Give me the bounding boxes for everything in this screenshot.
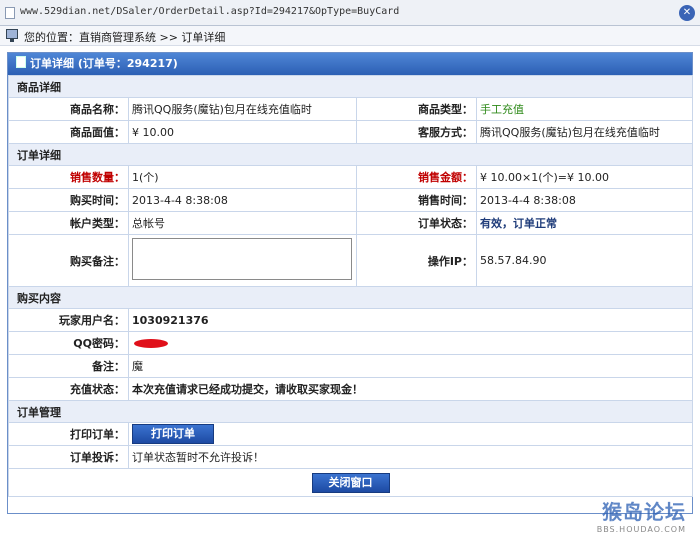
remark-label: 购买备注：	[8, 234, 129, 287]
product-type-value: 手工充值	[476, 97, 693, 121]
amount-value: ¥ 10.00×1(个)=¥ 10.00	[476, 165, 693, 189]
url-text[interactable]: www.529dian.net/DSaler/OrderDetail.asp?I…	[20, 6, 399, 17]
watermark-url: BBS.HOUDAO.COM	[596, 525, 686, 534]
face-value-label: 商品面值：	[8, 120, 129, 144]
remark-cell	[128, 234, 357, 287]
note-label: 备注：	[8, 354, 129, 378]
ip-label: 操作IP：	[356, 234, 477, 287]
buy-time-value: 2013-4-4 8:38:08	[128, 188, 357, 212]
section-manage: 订单管理	[8, 400, 693, 423]
complaint-value: 订单状态暂时不允许投诉！	[128, 445, 693, 469]
charge-status-value: 本次充值请求已经成功提交，请收取买家现金！	[128, 377, 693, 401]
charge-status-label: 充值状态：	[8, 377, 129, 401]
qty-value: 1(个)	[128, 165, 357, 189]
qq-password-value	[128, 331, 693, 355]
order-status-value: 有效，订单正常	[476, 211, 693, 235]
service-value: 腾讯QQ服务(魔钻)包月在线充值临时	[476, 120, 693, 144]
amount-label: 销售金额：	[356, 165, 477, 189]
close-window-button[interactable]: 关闭窗口	[311, 472, 390, 493]
order-table: 商品详细 商品名称： 腾讯QQ服务(魔钻)包月在线充值临时 商品类型： 手工充值…	[8, 75, 693, 497]
page-icon	[5, 7, 15, 19]
order-detail-panel: 订单详细 (订单号：294217) 商品详细 商品名称： 腾讯QQ服务(魔钻)包…	[7, 52, 693, 514]
note-value: 魔	[128, 354, 693, 378]
complaint-label: 订单投诉：	[8, 445, 129, 469]
account-type-value: 总帐号	[128, 211, 357, 235]
monitor-icon	[6, 29, 18, 42]
product-name-value: 腾讯QQ服务(魔钻)包月在线充值临时	[128, 97, 357, 121]
product-name-label: 商品名称：	[8, 97, 129, 121]
panel-title: 订单详细 (订单号：294217)	[30, 57, 178, 70]
order-status-label: 订单状态：	[356, 211, 477, 235]
section-purchase: 购买内容	[8, 286, 693, 309]
breadcrumb-text: 您的位置：直销商管理系统 >> 订单详细	[24, 31, 226, 44]
ip-value: 58.57.84.90	[476, 234, 693, 287]
watermark-text: 猴岛论坛	[602, 500, 686, 524]
buy-time-label: 购买时间：	[8, 188, 129, 212]
player-username-value: 1030921376	[128, 308, 693, 332]
service-label: 客服方式：	[356, 120, 477, 144]
browser-address-bar: www.529dian.net/DSaler/OrderDetail.asp?I…	[0, 0, 700, 26]
print-order-cell: 打印订单	[128, 422, 693, 446]
sale-time-value: 2013-4-4 8:38:08	[476, 188, 693, 212]
breadcrumb: 您的位置：直销商管理系统 >> 订单详细	[0, 26, 700, 46]
section-product: 商品详细	[8, 75, 693, 98]
face-value: ¥ 10.00	[128, 120, 357, 144]
qty-label: 销售数量：	[8, 165, 129, 189]
panel-header: 订单详细 (订单号：294217)	[8, 53, 692, 75]
player-username-label: 玩家用户名：	[8, 308, 129, 332]
close-row: 关闭窗口	[8, 468, 693, 497]
watermark: 猴岛论坛 BBS.HOUDAO.COM	[597, 496, 686, 534]
qq-password-label: QQ密码：	[8, 331, 129, 355]
sale-time-label: 销售时间：	[356, 188, 477, 212]
close-icon[interactable]: ✕	[679, 5, 695, 21]
remark-textarea[interactable]	[132, 238, 352, 280]
product-type-label: 商品类型：	[356, 97, 477, 121]
account-type-label: 帐户类型：	[8, 211, 129, 235]
document-icon	[16, 56, 26, 68]
section-order: 订单详细	[8, 143, 693, 166]
print-order-label: 打印订单：	[8, 422, 129, 446]
print-order-button[interactable]: 打印订单	[132, 424, 214, 444]
redacted-mark	[134, 339, 168, 348]
